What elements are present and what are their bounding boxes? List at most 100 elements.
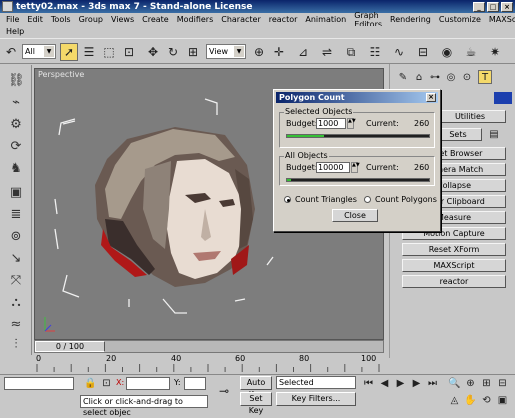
utilities-header[interactable]: Utilities: [434, 110, 506, 123]
menu-group[interactable]: Group: [79, 15, 103, 24]
ik-icon[interactable]: ⤧: [8, 273, 24, 289]
y-coordinate-field[interactable]: [184, 377, 206, 390]
reactor-button[interactable]: reactor: [402, 275, 506, 288]
bind-space-warp-icon[interactable]: ⚙: [8, 117, 24, 133]
spinner-arrows-icon[interactable]: ▲▼: [347, 118, 356, 129]
time-slider[interactable]: 0 / 100: [34, 340, 384, 353]
ref-coord-dropdown[interactable]: View ▼: [206, 44, 246, 59]
menu-customize[interactable]: Customize: [439, 15, 481, 24]
count-polygons-radio[interactable]: [364, 196, 371, 203]
previous-frame-icon[interactable]: ◀: [378, 377, 391, 390]
lock-selection-icon[interactable]: 🔒: [84, 377, 97, 390]
zoom-all-icon[interactable]: ⊕: [464, 377, 477, 390]
render-scene-icon[interactable]: ☕: [462, 43, 480, 61]
go-to-start-icon[interactable]: ⏮: [362, 377, 375, 390]
select-move-icon[interactable]: ✥: [144, 43, 162, 61]
field-of-view-icon[interactable]: ◬: [448, 394, 461, 407]
menu-character[interactable]: Character: [221, 15, 261, 24]
hierarchy-tab-icon[interactable]: ⊶: [428, 70, 442, 84]
menu-create[interactable]: Create: [142, 15, 169, 24]
key-icon[interactable]: ⊸: [212, 385, 236, 398]
maxscript-listener-field[interactable]: [4, 377, 74, 390]
motion-tab-icon[interactable]: ◎: [444, 70, 458, 84]
go-to-end-icon[interactable]: ⏭: [426, 377, 439, 390]
time-slider-handle[interactable]: 0 / 100: [35, 341, 105, 352]
reset-xform-button[interactable]: Reset XForm: [402, 243, 506, 256]
schematic-view-icon[interactable]: ⊟: [414, 43, 432, 61]
window-crossing-icon[interactable]: ⊡: [120, 43, 138, 61]
utilities-tab-icon[interactable]: T: [478, 70, 492, 84]
menu-edit[interactable]: Edit: [27, 15, 43, 24]
maxscript-button[interactable]: MAXScript: [402, 259, 506, 272]
zoom-extents-all-icon[interactable]: ⊟: [496, 377, 509, 390]
box-icon[interactable]: ▣: [8, 185, 24, 201]
menu-file[interactable]: File: [6, 15, 19, 24]
display-tab-icon[interactable]: ⊙: [460, 70, 474, 84]
key-filters-button[interactable]: Key Filters...: [276, 392, 356, 406]
menu-rendering[interactable]: Rendering: [390, 15, 431, 24]
bone-icon[interactable]: ↘: [8, 251, 24, 267]
select-by-name-icon[interactable]: ☰: [80, 43, 98, 61]
align-icon[interactable]: ⧉: [342, 43, 360, 61]
quick-render-icon[interactable]: ✷: [486, 43, 504, 61]
menu-help[interactable]: Help: [6, 27, 24, 36]
minimize-button[interactable]: _: [473, 1, 485, 12]
snaps-toggle-icon[interactable]: ⊿: [294, 43, 312, 61]
hair-icon[interactable]: ⫶: [8, 337, 24, 353]
color-swatch[interactable]: [494, 92, 512, 104]
absolute-mode-icon[interactable]: ⊡: [100, 377, 113, 390]
curve-editor-icon[interactable]: ∿: [390, 43, 408, 61]
all-budget-input[interactable]: 10000: [316, 162, 350, 173]
dope-icon[interactable]: ⟳: [8, 139, 24, 155]
play-icon[interactable]: ▶: [394, 377, 407, 390]
select-manipulate-icon[interactable]: ✛: [270, 43, 288, 61]
character-icon[interactable]: ♞: [8, 161, 24, 177]
mirror-icon[interactable]: ⇌: [318, 43, 336, 61]
menu-reactor[interactable]: reactor: [269, 15, 298, 24]
modify-tab-icon[interactable]: ⌂: [412, 70, 426, 84]
track-bar[interactable]: 0 20 40 60 80 100: [34, 354, 384, 374]
menu-animation[interactable]: Animation: [305, 15, 346, 24]
pan-icon[interactable]: ✋: [464, 394, 477, 407]
undo-icon[interactable]: ↶: [2, 43, 20, 61]
cylinder-icon[interactable]: ⊚: [8, 229, 24, 245]
maximize-viewport-icon[interactable]: ▣: [496, 394, 509, 407]
arc-rotate-icon[interactable]: ⟲: [480, 394, 493, 407]
selected-budget-input[interactable]: 1000: [316, 118, 346, 129]
count-triangles-radio[interactable]: [284, 196, 291, 203]
dialog-title-bar[interactable]: Polygon Count ×: [276, 92, 438, 103]
select-object-icon[interactable]: ➚: [60, 43, 78, 61]
auto-key-button[interactable]: Auto Key: [240, 376, 272, 399]
x-coordinate-field[interactable]: [126, 377, 170, 390]
count-triangles-label[interactable]: Count Triangles: [295, 195, 357, 204]
close-button[interactable]: Close: [332, 209, 378, 222]
menu-modifiers[interactable]: Modifiers: [177, 15, 214, 24]
select-scale-icon[interactable]: ⊞: [184, 43, 202, 61]
close-icon[interactable]: ×: [426, 93, 436, 102]
spinner-arrows-icon[interactable]: ▲▼: [351, 162, 360, 173]
menu-tools[interactable]: Tools: [51, 15, 71, 24]
menu-views[interactable]: Views: [111, 15, 134, 24]
maximize-button[interactable]: □: [487, 1, 499, 12]
pivot-center-icon[interactable]: ⊕: [250, 43, 268, 61]
sets-button[interactable]: Sets: [434, 128, 482, 141]
select-rotate-icon[interactable]: ↻: [164, 43, 182, 61]
next-frame-icon[interactable]: ▶: [410, 377, 423, 390]
material-editor-icon[interactable]: ◉: [438, 43, 456, 61]
key-set-dropdown[interactable]: Selected: [276, 376, 356, 389]
menu-maxscript[interactable]: MAXScript: [489, 15, 515, 24]
selection-filter-dropdown[interactable]: All ▼: [22, 44, 56, 59]
set-key-button[interactable]: Set Key: [240, 392, 272, 415]
link-icon[interactable]: ⛓: [8, 73, 25, 89]
wave-icon[interactable]: ≈: [8, 317, 24, 333]
spring-icon[interactable]: ⛬: [8, 295, 24, 311]
unlink-icon[interactable]: ⌁: [8, 95, 24, 111]
close-window-button[interactable]: ×: [501, 1, 513, 12]
layer-manager-icon[interactable]: ☷: [366, 43, 384, 61]
layers-icon[interactable]: ≣: [8, 207, 24, 223]
rectangular-selection-icon[interactable]: ⬚: [100, 43, 118, 61]
configure-sets-icon[interactable]: ▤: [486, 126, 502, 142]
zoom-extents-icon[interactable]: ⊞: [480, 377, 493, 390]
create-tab-icon[interactable]: ✎: [396, 70, 410, 84]
zoom-icon[interactable]: 🔍: [448, 377, 461, 390]
